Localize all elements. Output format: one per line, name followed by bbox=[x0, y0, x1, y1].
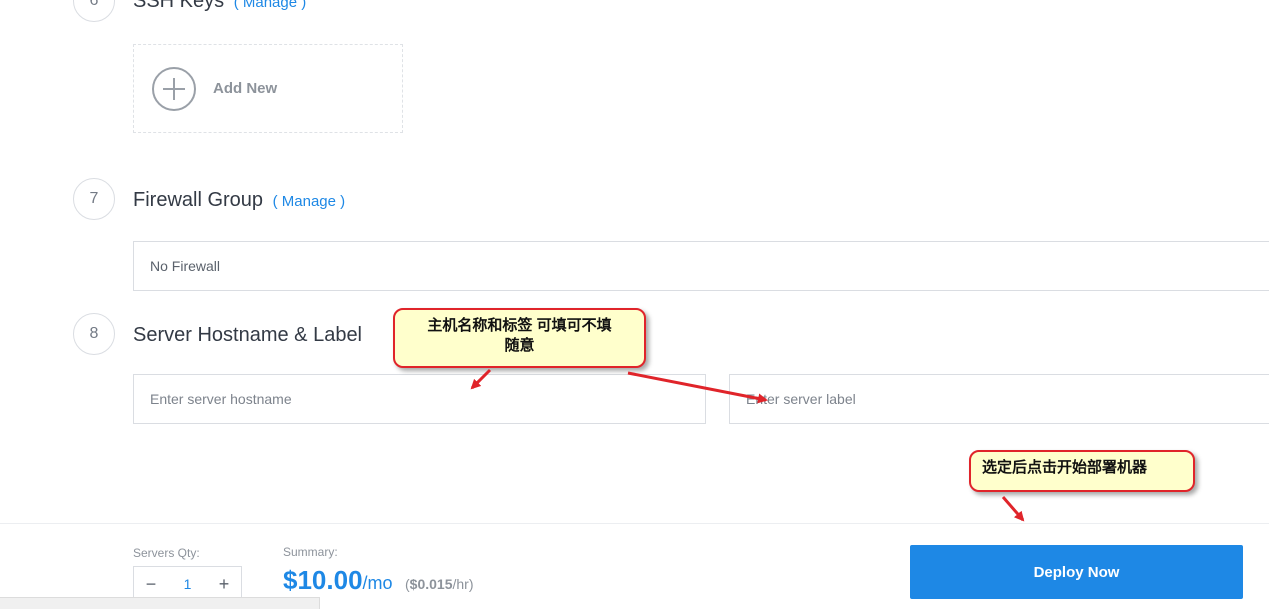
deploy-annotation-callout: 选定后点击开始部署机器 bbox=[969, 450, 1195, 492]
section-title: Firewall Group bbox=[133, 189, 264, 211]
label-field[interactable] bbox=[729, 374, 1269, 424]
add-ssh-key-button[interactable]: Add New bbox=[133, 44, 403, 133]
label-input[interactable] bbox=[746, 375, 1269, 423]
price-summary: $10.00/mo ($0.015/hr) bbox=[283, 565, 474, 596]
firewall-selected-value: No Firewall bbox=[150, 258, 221, 274]
step-number: 7 bbox=[89, 190, 99, 207]
manage-ssh-keys-link[interactable]: ( Manage ) bbox=[234, 0, 307, 11]
hostname-field[interactable] bbox=[133, 374, 706, 424]
summary-label: Summary: bbox=[283, 545, 338, 559]
servers-qty-label: Servers Qty: bbox=[133, 546, 200, 560]
horizontal-scrollbar[interactable] bbox=[0, 597, 320, 609]
arrow-to-deploy bbox=[1001, 496, 1025, 522]
deploy-now-button[interactable]: Deploy Now bbox=[910, 545, 1243, 599]
hourly-amount: $0.015 bbox=[409, 576, 453, 592]
ssh-keys-heading: SSH Keys ( Manage ) bbox=[133, 0, 306, 13]
hostname-label-heading: Server Hostname & Label bbox=[133, 324, 362, 347]
firewall-group-heading: Firewall Group ( Manage ) bbox=[133, 189, 345, 212]
qty-decrement-button[interactable]: − bbox=[144, 574, 158, 595]
callout-text: 选定后点击开始部署机器 bbox=[982, 459, 1148, 476]
step-number: 8 bbox=[89, 325, 99, 342]
qty-increment-button[interactable]: + bbox=[217, 574, 231, 595]
step-6-badge: 6 bbox=[73, 0, 115, 22]
deploy-page: 6 SSH Keys ( Manage ) Add New 7 Firewall… bbox=[0, 0, 1269, 609]
hostname-input[interactable] bbox=[150, 375, 705, 423]
hourly-price: ($0.015/hr) bbox=[405, 576, 474, 592]
step-8-badge: 8 bbox=[73, 313, 115, 355]
qty-value[interactable]: 1 bbox=[184, 576, 192, 592]
step-7-badge: 7 bbox=[73, 178, 115, 220]
add-new-label: Add New bbox=[213, 80, 278, 97]
monthly-unit: /mo bbox=[362, 573, 393, 593]
monthly-price: $10.00 bbox=[283, 565, 363, 595]
hostname-annotation-callout: 主机名称和标签 可填可不填 随意 bbox=[393, 308, 646, 368]
section-title: Server Hostname & Label bbox=[133, 324, 363, 346]
plus-circle-icon bbox=[152, 66, 196, 111]
callout-text-line2: 随意 bbox=[504, 337, 535, 354]
section-title: SSH Keys bbox=[133, 0, 225, 12]
firewall-select[interactable]: No Firewall bbox=[133, 241, 1269, 291]
step-number: 6 bbox=[89, 0, 99, 9]
hourly-unit: /hr) bbox=[452, 576, 474, 592]
manage-firewall-link[interactable]: ( Manage ) bbox=[273, 193, 346, 210]
callout-text-line1: 主机名称和标签 可填可不填 bbox=[427, 317, 612, 334]
